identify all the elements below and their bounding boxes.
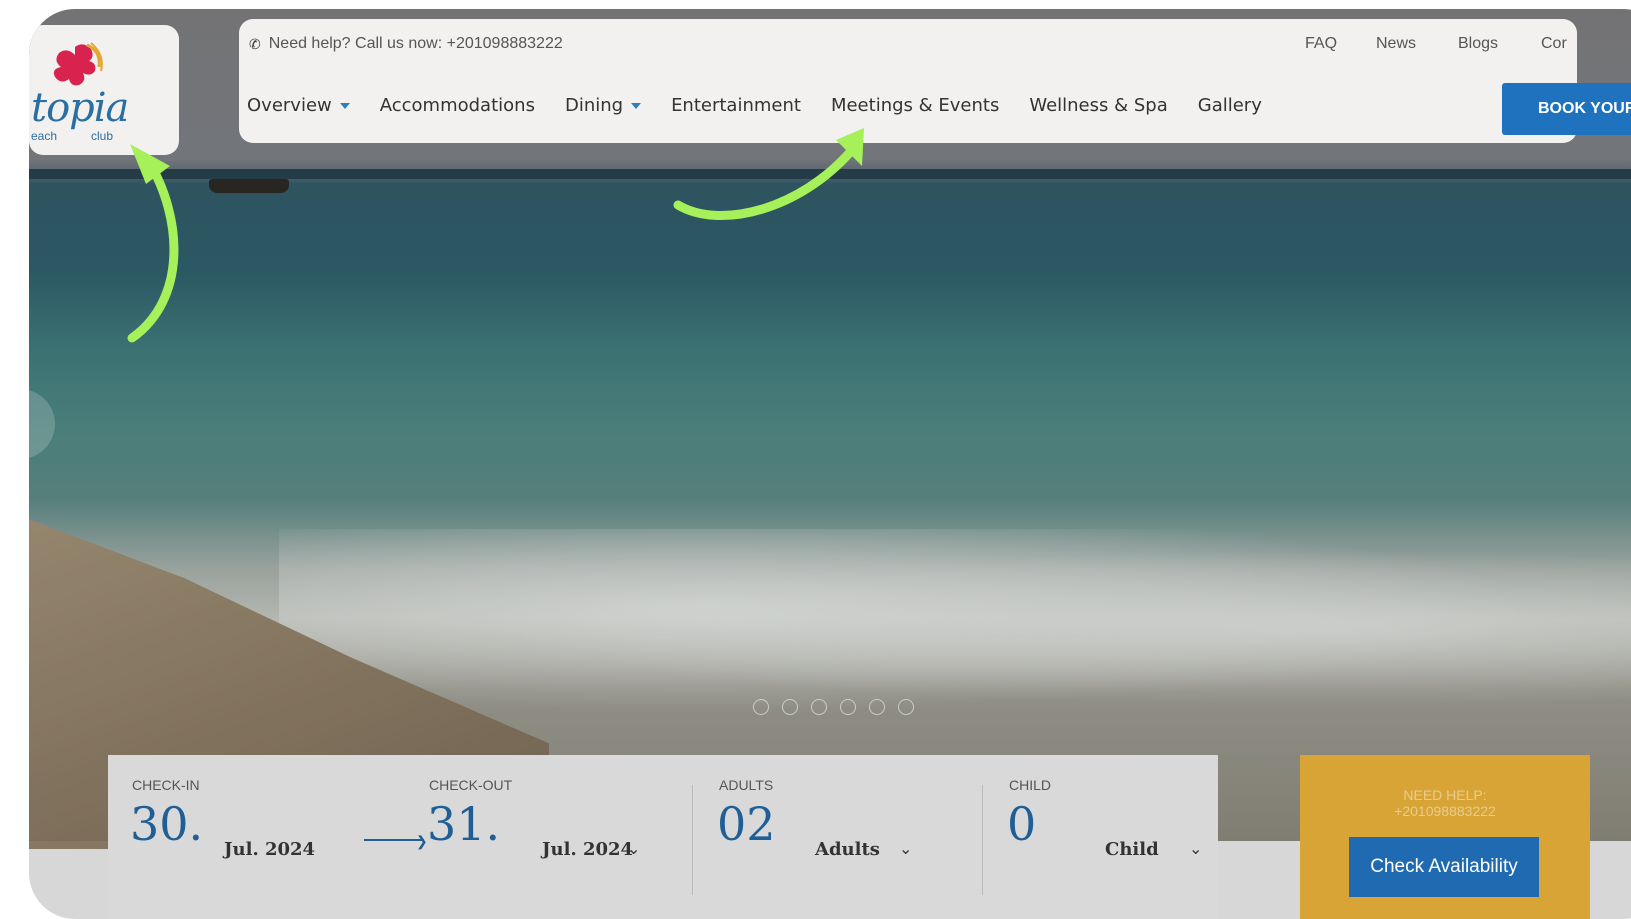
slider-dot[interactable] xyxy=(811,699,827,715)
book-your-stay-button[interactable]: BOOK YOUR ST xyxy=(1502,83,1631,135)
menu-label: Meetings & Events xyxy=(830,95,1000,116)
menu-label: Overview xyxy=(247,95,332,116)
flower-logo-icon xyxy=(53,42,103,86)
menu-label: Dining xyxy=(564,95,624,116)
chevron-down-icon[interactable]: ⌄ xyxy=(627,839,640,859)
checkout-label: CHECK-OUT xyxy=(429,777,513,793)
top-bar: ✆ Need help? Call us now: +201098883222 … xyxy=(239,19,1577,63)
menu-item-entertainment[interactable]: Entertainment xyxy=(671,95,801,116)
checkin-day[interactable]: 30. xyxy=(130,797,203,851)
chevron-down-icon[interactable]: ⌄ xyxy=(1189,839,1202,859)
main-navigation: ✆ Need help? Call us now: +201098883222 … xyxy=(239,19,1577,143)
menu-label: Wellness & Spa xyxy=(1029,95,1168,116)
menu-item-overview[interactable]: Overview xyxy=(247,95,350,116)
slider-dots xyxy=(753,699,914,715)
top-link-faq[interactable]: FAQ xyxy=(1305,35,1337,53)
top-link-contact[interactable]: Cor xyxy=(1541,35,1567,53)
divider xyxy=(692,785,693,895)
checkout-month[interactable]: Jul. 2024 xyxy=(542,839,633,860)
checkin-month[interactable]: Jul. 2024 xyxy=(224,839,315,860)
logo-text: topia xyxy=(31,85,129,131)
phone-icon: ✆ xyxy=(249,35,261,52)
child-text[interactable]: Child xyxy=(1105,839,1159,860)
top-link-blogs[interactable]: Blogs xyxy=(1458,35,1498,53)
caret-down-icon xyxy=(631,102,642,109)
adults-label: ADULTS xyxy=(719,777,774,793)
slider-dot[interactable] xyxy=(869,699,885,715)
menu-label: Accommodations xyxy=(379,95,535,116)
adults-text[interactable]: Adults xyxy=(815,839,880,860)
date-range-arrow xyxy=(364,839,424,841)
browser-frame: topia each club ✆ Need help? Call us now… xyxy=(29,9,1631,919)
logo-subtext-right: club xyxy=(91,129,114,143)
checkout-day[interactable]: 31. xyxy=(427,797,500,851)
check-availability-button[interactable]: Check Availability xyxy=(1349,837,1539,897)
menu-bar: Overview Accommodations Dining Entertain… xyxy=(247,95,1292,116)
menu-item-accommodations[interactable]: Accommodations xyxy=(380,95,535,116)
divider xyxy=(982,785,983,895)
menu-label: Entertainment xyxy=(671,95,801,116)
slider-dot[interactable] xyxy=(753,699,769,715)
need-help-box: NEED HELP: +201098883222 Check Availabil… xyxy=(1300,755,1590,919)
checkin-label: CHECK-IN xyxy=(132,777,200,793)
site-logo[interactable]: topia each club xyxy=(29,25,179,155)
help-text: Need help? Call us now: +201098883222 xyxy=(268,35,563,52)
logo-subtext-left: each xyxy=(31,129,58,143)
child-value[interactable]: 0 xyxy=(1007,797,1036,851)
slider-dot[interactable] xyxy=(782,699,798,715)
menu-item-meetings-events[interactable]: Meetings & Events xyxy=(831,95,999,116)
need-help-phone[interactable]: +201098883222 xyxy=(1300,803,1590,819)
menu-label: Gallery xyxy=(1197,95,1262,116)
child-label: CHILD xyxy=(1009,777,1052,793)
slider-dot[interactable] xyxy=(840,699,856,715)
need-help-title: NEED HELP: xyxy=(1403,787,1487,803)
menu-item-gallery[interactable]: Gallery xyxy=(1198,95,1262,116)
booking-bar: CHECK-IN 30. Jul. 2024 ❯ CHECK-OUT 31. J… xyxy=(108,755,1218,919)
arrow-right-icon: ❯ xyxy=(416,833,428,849)
chevron-down-icon[interactable]: ⌄ xyxy=(899,839,912,859)
menu-item-dining[interactable]: Dining xyxy=(564,95,642,116)
need-help-text: NEED HELP: +201098883222 xyxy=(1300,787,1590,819)
slider-dot[interactable] xyxy=(898,699,914,715)
menu-item-wellness-spa[interactable]: Wellness & Spa xyxy=(1029,95,1167,116)
caret-down-icon xyxy=(339,102,350,109)
top-link-news[interactable]: News xyxy=(1376,35,1416,53)
adults-value[interactable]: 02 xyxy=(717,797,776,851)
help-phone[interactable]: ✆ Need help? Call us now: +201098883222 xyxy=(249,35,563,53)
